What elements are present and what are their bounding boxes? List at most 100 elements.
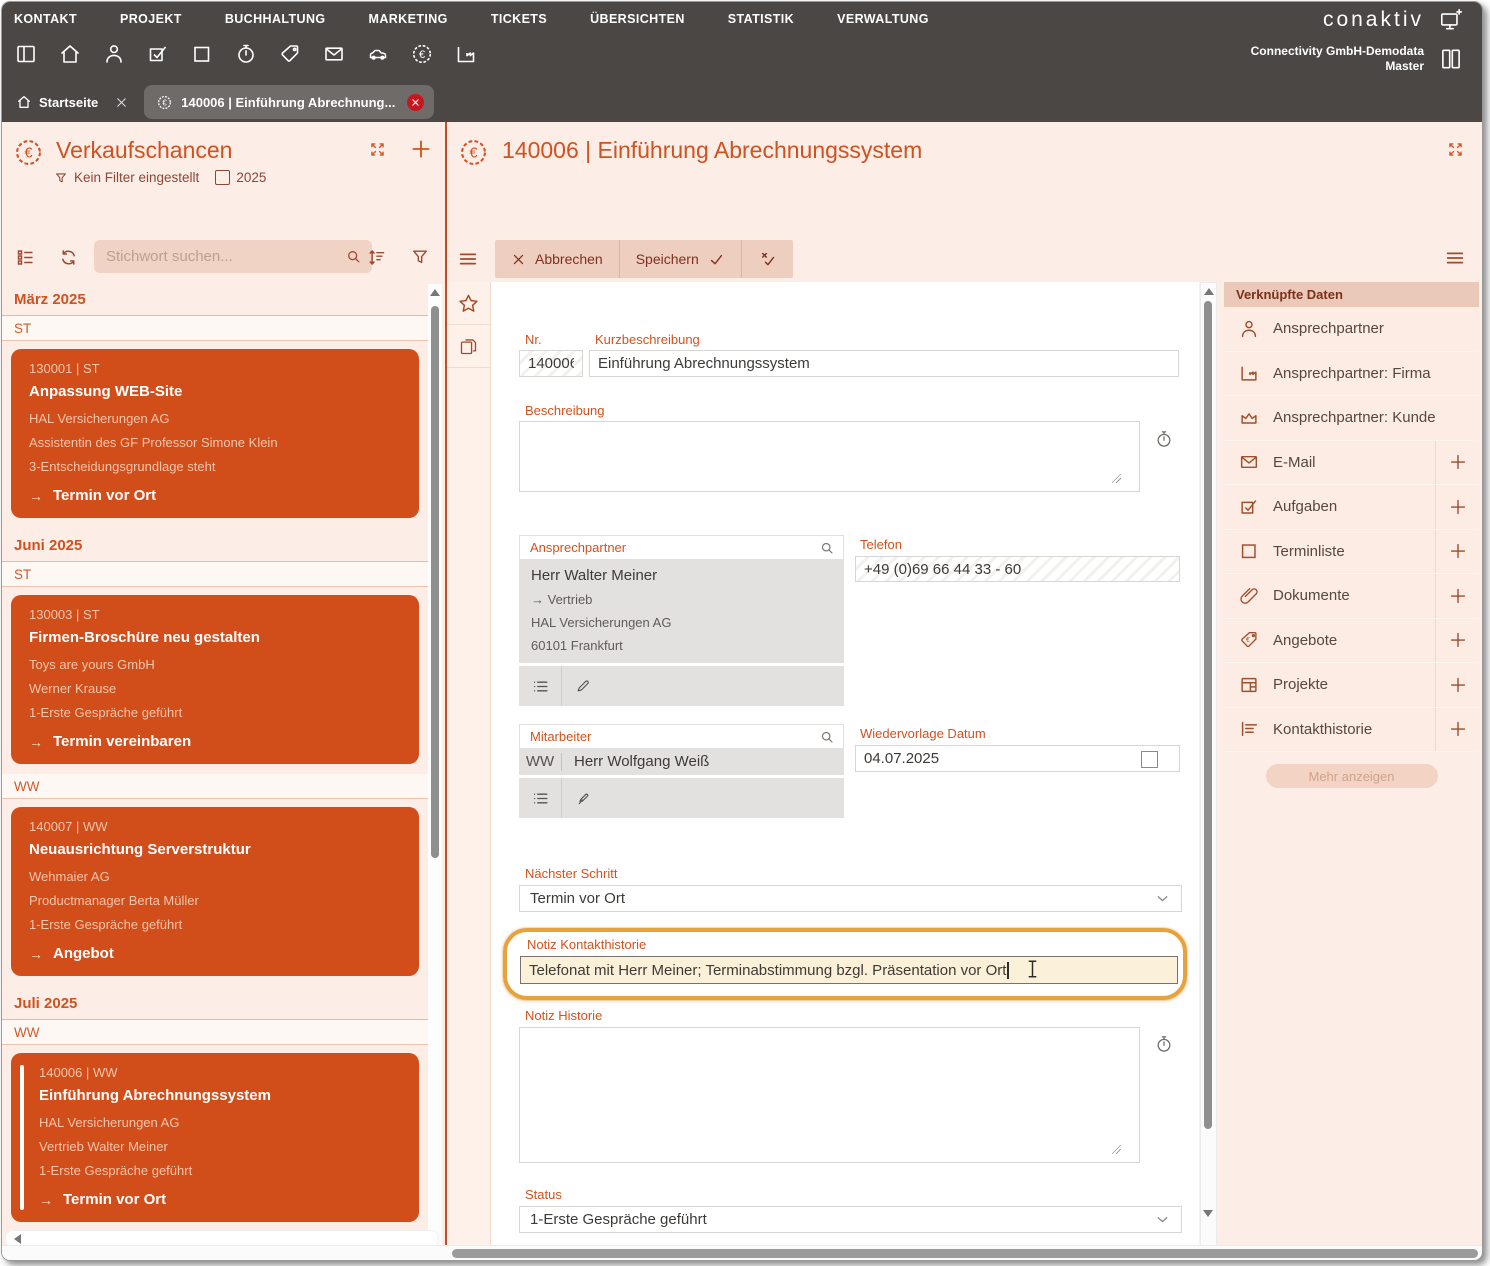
add-kontakthistorie-button[interactable]	[1435, 708, 1479, 752]
notiz-kontakthistorie-field[interactable]: Telefonat mit Herr Meiner; Terminabstimm…	[520, 956, 1178, 984]
menu-statistik[interactable]: STATISTIK	[728, 12, 794, 26]
tag-icon[interactable]	[278, 42, 302, 66]
linked-item-aufgaben[interactable]: Aufgaben	[1224, 485, 1479, 530]
favorite-star-icon[interactable]	[447, 282, 490, 325]
tab-verkaufschance-140006[interactable]: € 140006 | Einführung Abrechnung...	[144, 85, 434, 119]
ansprechpartner-box: Ansprechpartner Herr Walter Meiner → Ver…	[519, 535, 844, 706]
linked-item-ansprechpartner-kunde[interactable]: Ansprechpartner: Kunde	[1224, 396, 1479, 441]
nr-field[interactable]	[519, 350, 583, 377]
wiedervorlage-field[interactable]	[855, 745, 1180, 772]
linked-item-email[interactable]: E-Mail	[1224, 441, 1479, 486]
add-projekt-button[interactable]	[1435, 663, 1479, 707]
date-picker-icon[interactable]	[1141, 751, 1158, 768]
show-more-button[interactable]: Mehr anzeigen	[1266, 764, 1438, 788]
resize-handle[interactable]	[1112, 1145, 1122, 1155]
list-vertical-scrollbar[interactable]	[428, 284, 442, 1261]
search-icon[interactable]	[819, 729, 835, 745]
linked-item-terminliste[interactable]: Terminliste	[1224, 530, 1479, 575]
scroll-down-arrow[interactable]	[1203, 1210, 1213, 1217]
menu-projekt[interactable]: PROJEKT	[120, 12, 182, 26]
factory-chart-icon[interactable]	[454, 42, 478, 66]
add-dokument-button[interactable]	[1435, 574, 1479, 618]
search-icon[interactable]	[819, 540, 835, 556]
timer-icon[interactable]	[234, 42, 258, 66]
expand-icon[interactable]	[368, 140, 387, 159]
save-and-close-button[interactable]	[742, 240, 793, 278]
scroll-up-arrow[interactable]	[430, 289, 440, 296]
stopwatch-icon[interactable]	[1154, 1034, 1174, 1054]
opportunity-card-140007[interactable]: 140007 | WW Neuausrichtung Serverstruktu…	[11, 807, 419, 976]
scrollbar-thumb[interactable]	[431, 306, 439, 858]
badge-euro-icon[interactable]: €	[410, 42, 434, 66]
pen-slash-icon[interactable]	[562, 789, 604, 807]
bullet-list-icon[interactable]	[15, 247, 36, 268]
add-aufgabe-button[interactable]	[1435, 485, 1479, 529]
ansprechpartner-label: Ansprechpartner	[530, 540, 626, 555]
menu-kontakt[interactable]: KONTAKT	[14, 12, 77, 26]
menu-marketing[interactable]: MARKETING	[369, 12, 448, 26]
ansprechpartner-details[interactable]: Herr Walter Meiner → Vertrieb HAL Versic…	[519, 559, 844, 663]
cancel-button[interactable]: Abbrechen	[495, 240, 620, 278]
scroll-up-arrow[interactable]	[1204, 288, 1214, 295]
tab-startseite[interactable]: Startseite	[10, 94, 134, 110]
linked-item-ansprechpartner[interactable]: Ansprechpartner	[1224, 307, 1479, 352]
linked-item-projekte[interactable]: Projekte	[1224, 663, 1479, 708]
linked-item-angebote[interactable]: € Angebote	[1224, 619, 1479, 664]
naechster-schritt-select[interactable]: Termin vor Ort	[519, 885, 1182, 912]
copy-pages-icon[interactable]	[447, 325, 490, 368]
search-input[interactable]	[104, 247, 345, 266]
opportunity-card-130003[interactable]: 130003 | ST Firmen-Broschüre neu gestalt…	[11, 595, 419, 764]
envelope-icon[interactable]	[322, 42, 346, 66]
linked-item-ansprechpartner-firma[interactable]: Ansprechpartner: Firma	[1224, 352, 1479, 397]
scroll-left-arrow[interactable]	[14, 1234, 21, 1244]
tab-close-button[interactable]	[407, 94, 424, 111]
menu-icon[interactable]	[457, 248, 479, 270]
status-select[interactable]: 1-Erste Gespräche geführt	[519, 1206, 1182, 1233]
card-status: 3-Entscheidungsgrundlage steht	[29, 459, 401, 474]
save-button[interactable]: Speichern	[620, 240, 742, 278]
scrollbar-thumb[interactable]	[452, 1249, 1478, 1258]
menu-buchhaltung[interactable]: BUCHHALTUNG	[225, 12, 326, 26]
stopwatch-icon[interactable]	[1154, 429, 1174, 449]
notiz-historie-textarea[interactable]	[519, 1027, 1140, 1163]
menu-verwaltung[interactable]: VERWALTUNG	[837, 12, 929, 26]
menu-uebersichten[interactable]: ÜBERSICHTEN	[590, 12, 685, 26]
funnel-icon[interactable]	[410, 247, 430, 267]
person-icon[interactable]	[102, 42, 126, 66]
opportunity-card-140006-selected[interactable]: 140006 | WW Einführung Abrechnungssystem…	[11, 1053, 419, 1222]
task-check-icon[interactable]	[146, 42, 170, 66]
telefon-field[interactable]	[855, 556, 1180, 582]
home-icon[interactable]	[58, 42, 82, 66]
square-icon[interactable]	[190, 42, 214, 66]
search-icon[interactable]	[345, 248, 362, 265]
columns-icon[interactable]	[1438, 46, 1464, 72]
pen-icon[interactable]	[562, 677, 604, 695]
list-icon[interactable]	[519, 677, 561, 696]
linked-item-dokumente[interactable]: Dokumente	[1224, 574, 1479, 619]
year-checkbox[interactable]	[215, 170, 230, 185]
window-horizontal-scrollbar[interactable]	[2, 1245, 1482, 1260]
scrollbar-thumb[interactable]	[1204, 301, 1212, 1129]
add-angebot-button[interactable]	[1435, 619, 1479, 663]
sort-icon[interactable]	[366, 247, 387, 268]
opportunity-list: März 2025 ST 130001 | ST Anpassung WEB-S…	[2, 282, 428, 1261]
resize-handle[interactable]	[1112, 474, 1122, 484]
refresh-icon[interactable]	[58, 247, 79, 268]
add-opportunity-button[interactable]	[408, 136, 434, 162]
tab-close-icon[interactable]	[115, 96, 128, 109]
car-icon[interactable]	[366, 42, 390, 66]
beschreibung-textarea[interactable]	[519, 421, 1140, 492]
kurzbeschreibung-field[interactable]	[589, 350, 1179, 377]
add-email-button[interactable]	[1435, 441, 1479, 485]
list-icon[interactable]	[519, 789, 561, 808]
add-termin-button[interactable]	[1435, 530, 1479, 574]
square-icon	[1238, 540, 1260, 562]
card-title: Einführung Abrechnungssystem	[29, 1087, 401, 1104]
form-vertical-scrollbar[interactable]	[1200, 282, 1217, 1246]
employee-name: Herr Wolfgang Weiß	[574, 753, 709, 770]
menu-tickets[interactable]: TICKETS	[491, 12, 547, 26]
opportunity-card-130001[interactable]: 130001 | ST Anpassung WEB-Site HAL Versi…	[11, 349, 419, 518]
split-panel-icon[interactable]	[14, 42, 38, 66]
linked-item-kontakthistorie[interactable]: Kontakthistorie	[1224, 708, 1479, 753]
mitarbeiter-row[interactable]: WW Herr Wolfgang Weiß	[519, 748, 844, 775]
